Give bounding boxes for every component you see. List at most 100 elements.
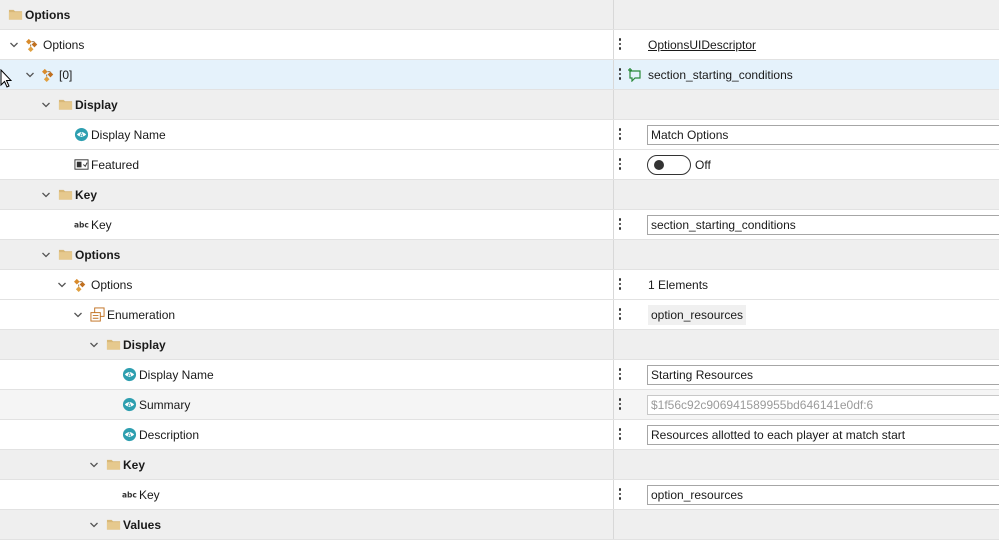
property-name-cell: Options <box>0 270 614 299</box>
enum-icon <box>89 307 105 323</box>
more-options-icon[interactable] <box>618 307 622 323</box>
property-label: Options <box>91 277 133 292</box>
tree-row[interactable]: A Display Name Starting Resources <box>0 360 999 390</box>
localized-text-icon: A <box>121 427 137 443</box>
tree-row[interactable]: A Summary $1f56c92c906941589955bd646141e0d… <box>0 390 999 420</box>
folder-icon <box>7 7 23 23</box>
property-name-cell: abc Key <box>0 210 614 239</box>
property-name-cell: abc Key <box>0 480 614 509</box>
property-value-cell: section_starting_conditions <box>615 60 999 89</box>
more-options-icon[interactable] <box>618 427 622 443</box>
svg-text:abc: abc <box>122 490 137 499</box>
folder-icon <box>57 247 73 263</box>
struct-icon <box>73 277 89 293</box>
struct-icon <box>41 67 57 83</box>
property-label: Options <box>25 7 71 22</box>
chevron-down-icon[interactable] <box>87 518 101 532</box>
folder-icon <box>105 457 121 473</box>
chevron-down-icon[interactable] <box>23 68 37 82</box>
struct-icon <box>25 37 41 53</box>
value-input[interactable]: Match Options <box>647 125 999 145</box>
more-options-icon[interactable] <box>618 277 622 293</box>
value-input[interactable]: Starting Resources <box>647 365 999 385</box>
more-options-icon[interactable] <box>618 487 622 503</box>
more-options-icon[interactable] <box>618 67 622 83</box>
property-name-cell: Options <box>0 240 614 269</box>
property-label: Display <box>123 337 166 352</box>
property-name-cell: Options <box>0 0 614 29</box>
property-label: Enumeration <box>107 307 176 322</box>
property-label: Key <box>91 217 112 232</box>
more-options-icon[interactable] <box>618 127 622 143</box>
chevron-down-icon[interactable] <box>87 338 101 352</box>
chevron-down-icon[interactable] <box>39 98 53 112</box>
property-label: [0] <box>59 67 73 82</box>
value-container: 1 Elements <box>648 270 708 299</box>
tree-row[interactable]: Options <box>0 240 999 270</box>
add-reference-icon[interactable] <box>628 68 642 83</box>
more-options-icon[interactable] <box>618 397 622 413</box>
enum-value[interactable]: option_resources <box>648 304 747 325</box>
svg-text:abc: abc <box>74 220 89 229</box>
chevron-down-icon[interactable] <box>87 458 101 472</box>
folder-icon <box>57 97 73 113</box>
value-input[interactable]: option_resources <box>647 485 999 505</box>
property-name-cell: Display <box>0 90 614 119</box>
property-label: Display Name <box>139 367 214 382</box>
localized-text-icon: A <box>121 397 137 413</box>
tree-row[interactable]: abc Key section_starting_conditions <box>0 210 999 240</box>
chevron-down-icon[interactable] <box>39 248 53 262</box>
boolean-icon <box>73 157 89 173</box>
tree-row[interactable]: Display <box>0 90 999 120</box>
value-input[interactable]: section_starting_conditions <box>647 215 999 235</box>
chevron-down-icon[interactable] <box>7 38 21 52</box>
property-label: Options <box>43 37 85 52</box>
tree-row[interactable]: Options OptionsUIDescriptor <box>0 30 999 60</box>
tree-row[interactable]: Key <box>0 450 999 480</box>
tree-row[interactable]: [0] section_starting_conditions <box>0 60 999 90</box>
string-icon: abc <box>73 217 89 233</box>
more-options-icon[interactable] <box>618 37 622 53</box>
tree-row[interactable]: A Description Resources allotted to each p… <box>0 420 999 450</box>
localized-text-icon: A <box>121 367 137 383</box>
property-value-cell: section_starting_conditions <box>615 210 999 239</box>
property-label: Options <box>75 247 121 262</box>
property-value-cell: 1 Elements <box>615 270 999 299</box>
property-value-cell <box>615 510 999 539</box>
property-name-cell: Values <box>0 510 614 539</box>
tree-row[interactable]: Display <box>0 330 999 360</box>
tree-row[interactable]: Options 1 Elements <box>0 270 999 300</box>
more-options-icon[interactable] <box>618 217 622 233</box>
tree-row[interactable]: Enumeration option_resources <box>0 300 999 330</box>
chevron-down-icon[interactable] <box>55 278 69 292</box>
property-value-cell <box>615 180 999 209</box>
property-label: Key <box>75 187 98 202</box>
property-value-cell: option_resources <box>615 300 999 329</box>
tree-row[interactable]: abc Key option_resources <box>0 480 999 510</box>
chevron-down-icon[interactable] <box>39 188 53 202</box>
property-label: Summary <box>139 397 191 412</box>
property-value-cell: OptionsUIDescriptor <box>615 30 999 59</box>
property-name-cell: Key <box>0 450 614 479</box>
property-name-cell: A Summary <box>0 390 614 419</box>
folder-icon <box>57 187 73 203</box>
tree-row[interactable]: Values <box>0 510 999 540</box>
tree-row[interactable]: A Display Name Match Options <box>0 120 999 150</box>
property-value-cell: Resources allotted to each player at mat… <box>615 420 999 449</box>
tree-row[interactable]: Key <box>0 180 999 210</box>
property-value-cell: Match Options <box>615 120 999 149</box>
property-value-cell <box>615 450 999 479</box>
value-text: section_starting_conditions <box>648 67 793 82</box>
value-input[interactable]: Resources allotted to each player at mat… <box>647 425 999 445</box>
more-options-icon[interactable] <box>618 157 622 173</box>
property-name-cell: Options <box>0 30 614 59</box>
chevron-down-icon[interactable] <box>71 308 85 322</box>
tree-row[interactable]: Options <box>0 0 999 30</box>
type-link[interactable]: OptionsUIDescriptor <box>648 38 756 52</box>
more-options-icon[interactable] <box>618 367 622 383</box>
property-value-cell: option_resources <box>615 480 999 509</box>
tree-row[interactable]: Featured Off <box>0 150 999 180</box>
property-value-cell <box>615 0 999 29</box>
value-input[interactable]: $1f56c92c906941589955bd646141e0df:6 <box>647 395 999 415</box>
featured-toggle[interactable] <box>647 155 691 175</box>
